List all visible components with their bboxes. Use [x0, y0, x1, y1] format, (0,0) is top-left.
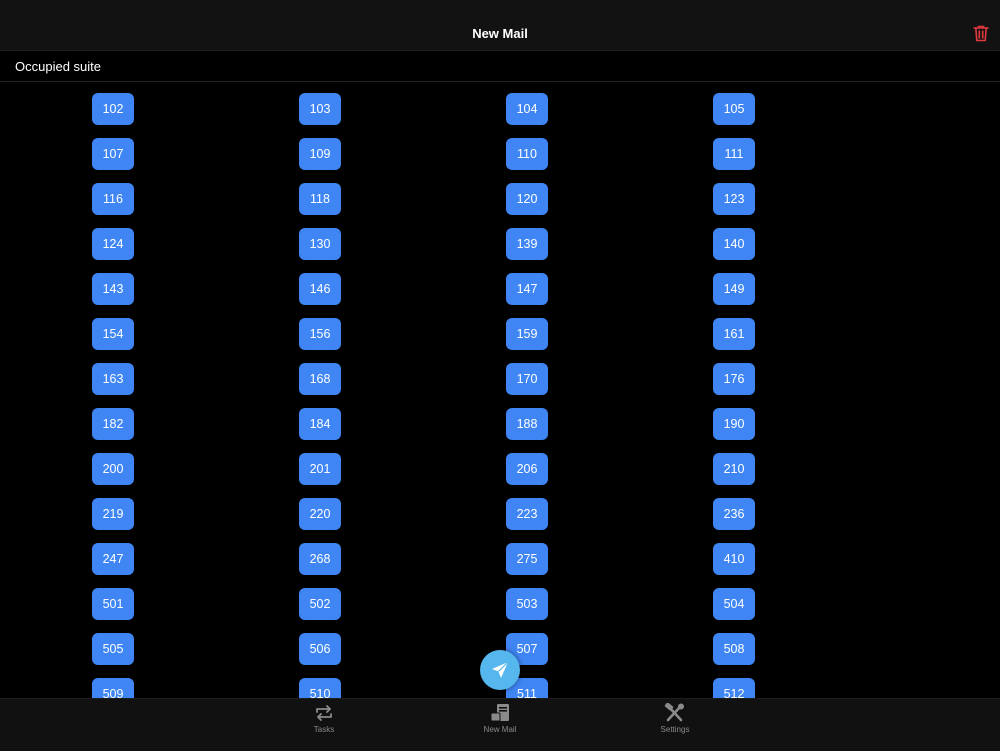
suite-button[interactable]: 140	[713, 228, 755, 260]
suite-button[interactable]: 184	[299, 408, 341, 440]
suite-button[interactable]: 116	[92, 183, 134, 215]
suite-button[interactable]: 200	[92, 453, 134, 485]
suite-button[interactable]: 504	[713, 588, 755, 620]
suite-button[interactable]: 104	[506, 93, 548, 125]
suite-button[interactable]: 223	[506, 498, 548, 530]
tab-label: Settings	[660, 725, 690, 734]
suite-button[interactable]: 220	[299, 498, 341, 530]
section-header: Occupied suite	[0, 51, 1000, 82]
tab-label: New Mail	[483, 725, 517, 734]
suite-button[interactable]: 210	[713, 453, 755, 485]
suite-button[interactable]: 111	[713, 138, 755, 170]
suite-button[interactable]: 149	[713, 273, 755, 305]
tab-new-mail[interactable]: New Mail	[460, 703, 540, 734]
suite-button[interactable]: 501	[92, 588, 134, 620]
suite-button[interactable]: 188	[506, 408, 548, 440]
section-title: Occupied suite	[15, 59, 101, 74]
suite-button[interactable]: 508	[713, 633, 755, 665]
suite-button[interactable]: 502	[299, 588, 341, 620]
tab-settings[interactable]: Settings	[635, 703, 715, 734]
suite-button[interactable]: 105	[713, 93, 755, 125]
send-icon	[492, 661, 509, 678]
mail-icon	[490, 704, 509, 722]
suite-button[interactable]: 190	[713, 408, 755, 440]
suite-button[interactable]: 139	[506, 228, 548, 260]
suite-button[interactable]: 110	[506, 138, 548, 170]
suite-button[interactable]: 102	[92, 93, 134, 125]
suite-button[interactable]: 163	[92, 363, 134, 395]
suite-button[interactable]: 154	[92, 318, 134, 350]
suite-button[interactable]: 512	[713, 678, 755, 698]
suite-button[interactable]: 410	[713, 543, 755, 575]
suite-button[interactable]: 247	[92, 543, 134, 575]
send-button[interactable]	[480, 650, 520, 690]
suite-button[interactable]: 107	[92, 138, 134, 170]
suite-button[interactable]: 159	[506, 318, 548, 350]
suite-button[interactable]: 219	[92, 498, 134, 530]
suite-button[interactable]: 509	[92, 678, 134, 698]
tab-label: Tasks	[313, 725, 335, 734]
suite-button[interactable]: 170	[506, 363, 548, 395]
suite-button[interactable]: 168	[299, 363, 341, 395]
suite-grid: 102 103 104 105 107 109 110 111 116 118 120 123 124 1…	[0, 82, 1000, 698]
page-title: New Mail	[472, 26, 528, 41]
suite-button[interactable]: 103	[299, 93, 341, 125]
suite-button[interactable]: 124	[92, 228, 134, 260]
tab-bar: Tasks New Mail Settings	[0, 698, 1000, 751]
repeat-arrows-icon	[316, 705, 332, 721]
suite-button[interactable]: 147	[506, 273, 548, 305]
suite-button[interactable]: 146	[299, 273, 341, 305]
tools-icon	[664, 703, 684, 722]
suite-button[interactable]: 236	[713, 498, 755, 530]
suite-button[interactable]: 118	[299, 183, 341, 215]
suite-button[interactable]: 109	[299, 138, 341, 170]
navigation-bar: New Mail	[0, 0, 1000, 51]
suite-button[interactable]: 201	[299, 453, 341, 485]
tab-tasks[interactable]: Tasks	[284, 703, 364, 734]
suite-button[interactable]: 143	[92, 273, 134, 305]
suite-list[interactable]: 102 103 104 105 107 109 110 111 116 118 120 123 124 1…	[0, 82, 1000, 698]
suite-button[interactable]: 176	[713, 363, 755, 395]
suite-button[interactable]: 505	[92, 633, 134, 665]
suite-button[interactable]: 268	[299, 543, 341, 575]
suite-button[interactable]: 206	[506, 453, 548, 485]
suite-button[interactable]: 506	[299, 633, 341, 665]
suite-button[interactable]: 123	[713, 183, 755, 215]
suite-button[interactable]: 120	[506, 183, 548, 215]
suite-button[interactable]: 156	[299, 318, 341, 350]
suite-button[interactable]: 510	[299, 678, 341, 698]
suite-button[interactable]: 275	[506, 543, 548, 575]
trash-icon[interactable]	[972, 24, 990, 42]
suite-button[interactable]: 130	[299, 228, 341, 260]
suite-button[interactable]: 503	[506, 588, 548, 620]
suite-button[interactable]: 182	[92, 408, 134, 440]
suite-button[interactable]: 161	[713, 318, 755, 350]
